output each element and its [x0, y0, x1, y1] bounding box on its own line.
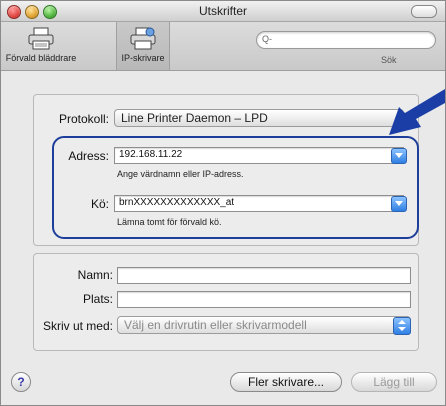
- printer-browser-window: Utskrifter Förvald bläddrare IP-skrivare: [0, 0, 446, 406]
- arrow-icon: [389, 89, 445, 135]
